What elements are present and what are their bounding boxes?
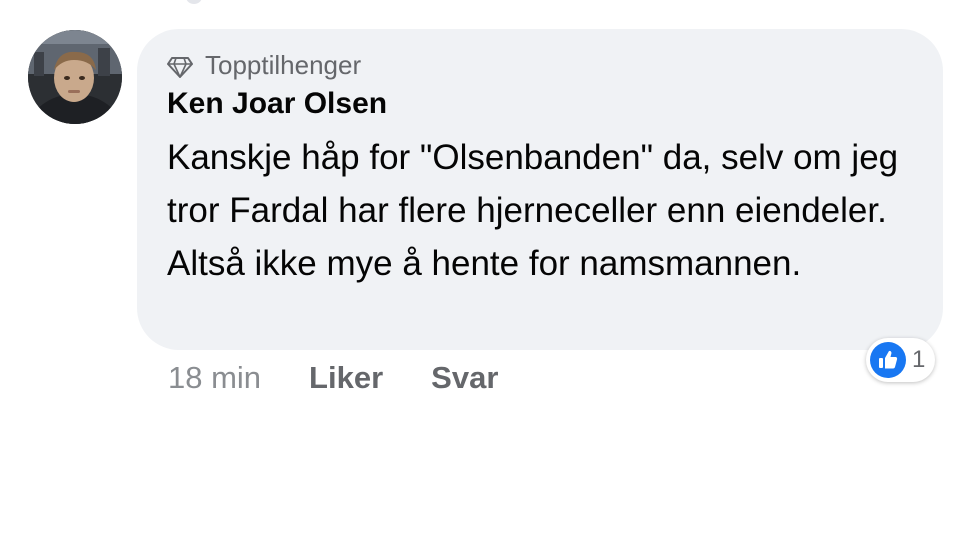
fan-badge[interactable]: Topptilhenger (167, 49, 913, 81)
comment-bubble: Topptilhenger Ken Joar Olsen Kanskje håp… (137, 29, 943, 350)
comment-screen: Topptilhenger Ken Joar Olsen Kanskje håp… (0, 0, 960, 536)
like-button[interactable]: Liker (309, 360, 383, 396)
fan-badge-label: Topptilhenger (205, 49, 362, 80)
comment-text: Kanskje håp for "Olsenbanden" da, selv o… (167, 138, 899, 283)
author-name[interactable]: Ken Joar Olsen (167, 85, 913, 123)
comment-actions: 18 min Liker Svar (168, 356, 546, 400)
reaction-count: 1 (912, 346, 926, 373)
reaction-summary[interactable]: 1 (866, 338, 936, 382)
avatar-photo (28, 30, 122, 124)
timestamp[interactable]: 18 min (168, 360, 261, 396)
diamond-icon (167, 54, 193, 78)
reply-button[interactable]: Svar (431, 360, 498, 396)
previous-element-fragment (186, 0, 202, 4)
thumbs-up-icon (870, 342, 906, 378)
avatar[interactable] (28, 30, 122, 124)
